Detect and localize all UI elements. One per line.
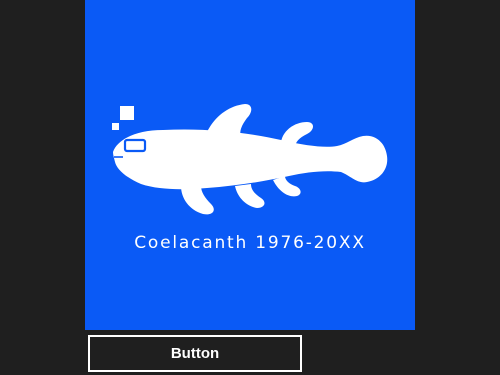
pixel-square-small xyxy=(112,123,119,130)
app-tile: Coelacanth 1976-20XX xyxy=(85,0,415,330)
anal-fin xyxy=(273,176,301,197)
app-window: Coelacanth 1976-20XX Button xyxy=(0,0,500,375)
pixel-square-large xyxy=(120,106,134,120)
pectoral-fin xyxy=(181,186,214,215)
tile-caption: Coelacanth 1976-20XX xyxy=(134,233,366,253)
coelacanth-fish-icon xyxy=(112,104,388,215)
fish-body xyxy=(113,129,388,190)
primary-button[interactable]: Button xyxy=(88,335,302,372)
pelvic-fin xyxy=(235,184,265,208)
